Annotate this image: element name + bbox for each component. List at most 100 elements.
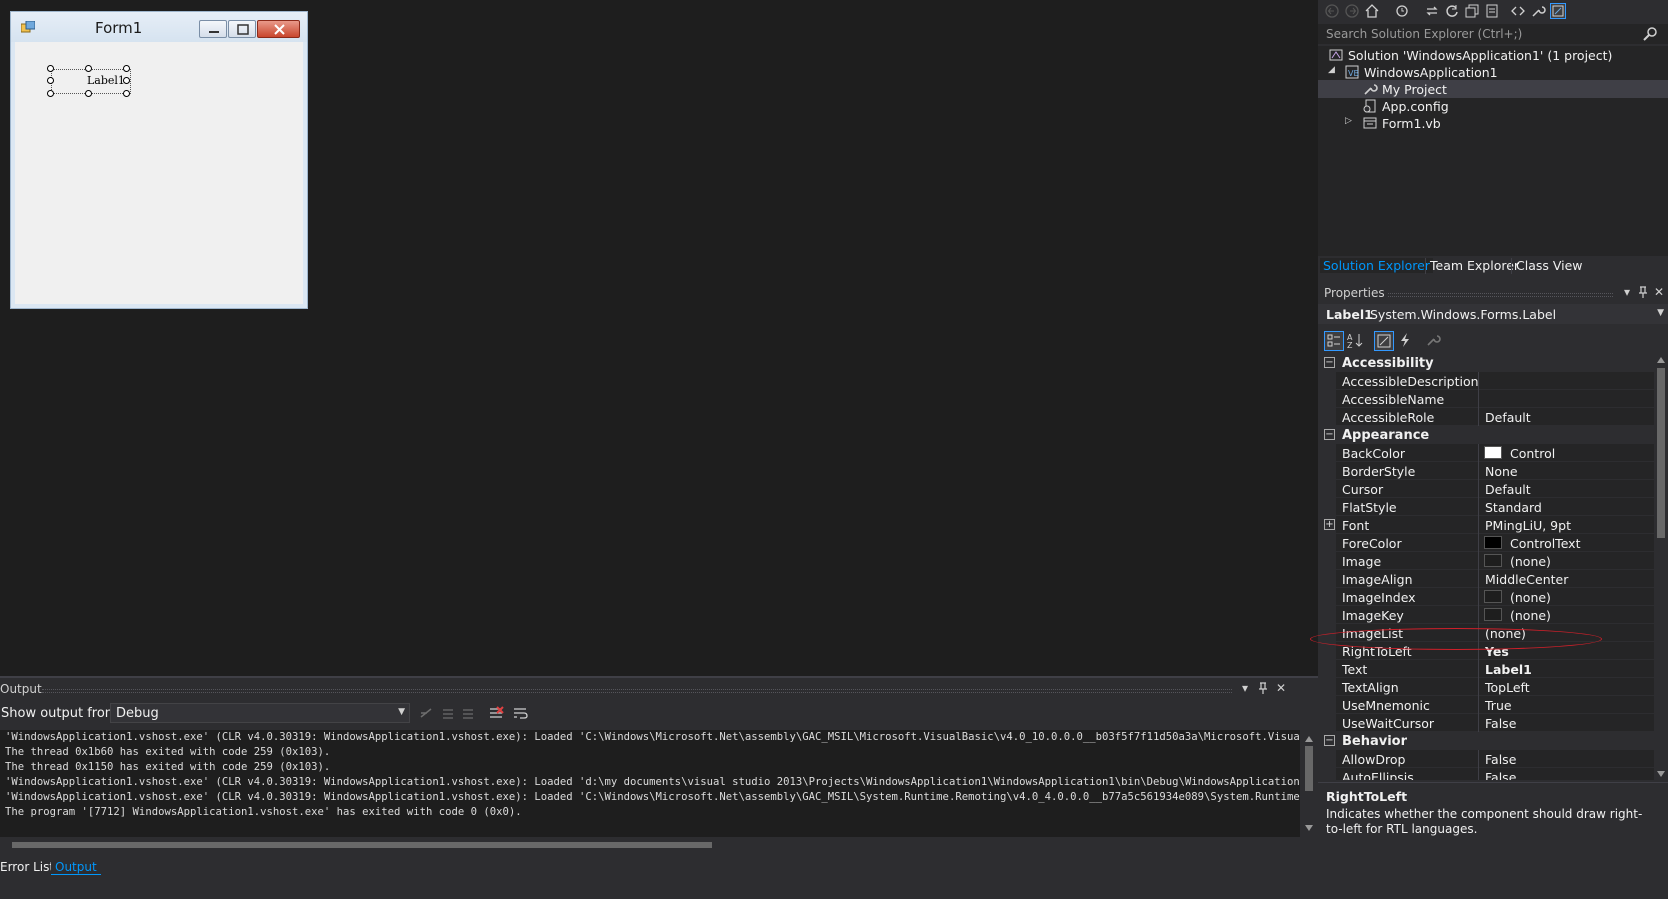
close-icon[interactable]: ✕: [1274, 681, 1288, 695]
column-divider[interactable]: [1478, 552, 1479, 570]
column-divider[interactable]: [1478, 714, 1479, 732]
property-row-allow-drop[interactable]: AllowDrop False: [1318, 750, 1654, 768]
output-vertical-scrollbar[interactable]: [1300, 730, 1318, 837]
categorized-icon[interactable]: [1324, 331, 1344, 351]
property-row-image-index[interactable]: ImageIndex (none): [1318, 588, 1654, 606]
column-divider[interactable]: [1478, 624, 1479, 642]
properties-view-icon[interactable]: [1374, 331, 1394, 351]
property-value[interactable]: False: [1485, 770, 1516, 780]
column-divider[interactable]: [1478, 570, 1479, 588]
property-row-use-mnemonic[interactable]: UseMnemonic True: [1318, 696, 1654, 714]
property-row-image-list[interactable]: ImageList (none): [1318, 624, 1654, 642]
resize-handle-l[interactable]: [47, 77, 54, 84]
close-button[interactable]: [257, 20, 300, 38]
property-row-image-key[interactable]: ImageKey (none): [1318, 606, 1654, 624]
resize-handle-br[interactable]: [123, 90, 130, 97]
output-horizontal-scrollbar[interactable]: [0, 837, 1318, 853]
collapse-all-icon[interactable]: [1464, 3, 1480, 19]
minimize-button[interactable]: [199, 20, 227, 38]
word-wrap-icon[interactable]: [512, 705, 528, 721]
collapse-icon[interactable]: −: [1324, 357, 1335, 368]
tab-error-list[interactable]: Error List: [0, 860, 54, 874]
solution-explorer-search[interactable]: Search Solution Explorer (Ctrl+;): [1318, 24, 1668, 44]
expand-icon[interactable]: +: [1324, 519, 1335, 530]
back-icon[interactable]: [1324, 3, 1340, 19]
column-divider[interactable]: [1478, 588, 1479, 606]
property-value[interactable]: TopLeft: [1485, 680, 1530, 695]
close-icon[interactable]: ✕: [1652, 285, 1666, 299]
column-divider[interactable]: [1478, 462, 1479, 480]
column-divider[interactable]: [1478, 390, 1479, 408]
collapse-icon[interactable]: −: [1324, 735, 1335, 746]
expanded-arrow-icon[interactable]: ◢: [1328, 65, 1335, 75]
column-divider[interactable]: [1478, 372, 1479, 390]
properties-wrench-icon[interactable]: [1530, 3, 1546, 19]
column-divider[interactable]: [1478, 534, 1479, 552]
property-value[interactable]: PMingLiU, 9pt: [1485, 518, 1571, 533]
property-value[interactable]: True: [1485, 698, 1512, 713]
property-row-auto-ellipsis[interactable]: AutoEllipsis False: [1318, 768, 1654, 780]
tab-solution-explorer[interactable]: Solution Explorer: [1320, 258, 1433, 273]
tree-item-project[interactable]: ◢ VB WindowsApplication1: [1318, 63, 1668, 81]
output-text-area[interactable]: 'WindowsApplication1.vshost.exe' (CLR v4…: [0, 730, 1300, 837]
property-value[interactable]: Label1: [1485, 662, 1532, 677]
maximize-button[interactable]: [228, 20, 256, 38]
category-behavior[interactable]: − Behavior: [1318, 732, 1654, 750]
view-designer-icon[interactable]: [1550, 3, 1566, 19]
property-row-accessible-description[interactable]: AccessibleDescription: [1318, 372, 1654, 390]
column-divider[interactable]: [1478, 750, 1479, 768]
property-row-right-to-left[interactable]: RightToLeft Yes: [1318, 642, 1654, 660]
pin-icon[interactable]: [1256, 681, 1270, 695]
find-message-icon[interactable]: [418, 705, 434, 721]
refresh-icon[interactable]: [1444, 3, 1460, 19]
property-row-border-style[interactable]: BorderStyle None: [1318, 462, 1654, 480]
label1-control[interactable]: Label1: [87, 74, 125, 87]
clear-all-icon[interactable]: [488, 705, 504, 721]
solution-explorer-tree[interactable]: Solution 'WindowsApplication1' (1 projec…: [1318, 46, 1668, 256]
search-input[interactable]: Search Solution Explorer (Ctrl+;): [1326, 27, 1522, 41]
sync-icon[interactable]: [1424, 3, 1440, 19]
properties-object-selector[interactable]: Label1 System.Windows.Forms.Label ▼: [1318, 304, 1668, 324]
property-grid-scrollbar[interactable]: [1654, 354, 1668, 780]
tab-team-explorer[interactable]: Team Explorer: [1427, 258, 1522, 273]
property-value[interactable]: (none): [1485, 626, 1526, 641]
forward-icon[interactable]: [1344, 3, 1360, 19]
scrollbar-thumb[interactable]: [1657, 368, 1665, 538]
property-grid[interactable]: − Accessibility AccessibleDescription Ac…: [1318, 354, 1654, 780]
events-lightning-icon[interactable]: [1396, 331, 1416, 351]
alphabetical-icon[interactable]: AZ: [1346, 331, 1366, 351]
property-row-back-color[interactable]: BackColor Control: [1318, 444, 1654, 462]
property-row-font[interactable]: + Font PMingLiU, 9pt: [1318, 516, 1654, 534]
column-divider[interactable]: [1478, 480, 1479, 498]
property-row-image-align[interactable]: ImageAlign MiddleCenter: [1318, 570, 1654, 588]
view-code-icon[interactable]: [1510, 3, 1526, 19]
tree-item-app-config[interactable]: App.config: [1318, 97, 1668, 115]
column-divider[interactable]: [1478, 678, 1479, 696]
property-value[interactable]: (none): [1510, 554, 1551, 569]
property-row-use-wait-cursor[interactable]: UseWaitCursor False: [1318, 714, 1654, 732]
property-pages-wrench-icon[interactable]: [1424, 331, 1444, 351]
property-value[interactable]: False: [1485, 752, 1516, 767]
output-source-dropdown[interactable]: Debug ▼: [110, 703, 410, 723]
next-message-icon[interactable]: [460, 705, 476, 721]
property-value[interactable]: MiddleCenter: [1485, 572, 1568, 587]
property-row-text-align[interactable]: TextAlign TopLeft: [1318, 678, 1654, 696]
property-row-flat-style[interactable]: FlatStyle Standard: [1318, 498, 1654, 516]
property-value[interactable]: Default: [1485, 410, 1531, 425]
column-divider[interactable]: [1478, 642, 1479, 660]
collapse-icon[interactable]: −: [1324, 429, 1335, 440]
property-row-fore-color[interactable]: ForeColor ControlText: [1318, 534, 1654, 552]
prev-message-icon[interactable]: [440, 705, 456, 721]
form-designer-surface[interactable]: Form1 Label1: [0, 0, 1318, 676]
pin-icon[interactable]: [1636, 285, 1650, 299]
scrollbar-thumb[interactable]: [12, 842, 712, 848]
column-divider[interactable]: [1478, 408, 1479, 426]
property-value[interactable]: Default: [1485, 482, 1531, 497]
tree-item-my-project[interactable]: My Project: [1318, 80, 1668, 98]
column-divider[interactable]: [1478, 498, 1479, 516]
property-value[interactable]: Yes: [1485, 644, 1509, 659]
column-divider[interactable]: [1478, 696, 1479, 714]
property-value[interactable]: ControlText: [1510, 536, 1580, 551]
resize-handle-bl[interactable]: [47, 90, 54, 97]
property-value[interactable]: (none): [1510, 608, 1551, 623]
